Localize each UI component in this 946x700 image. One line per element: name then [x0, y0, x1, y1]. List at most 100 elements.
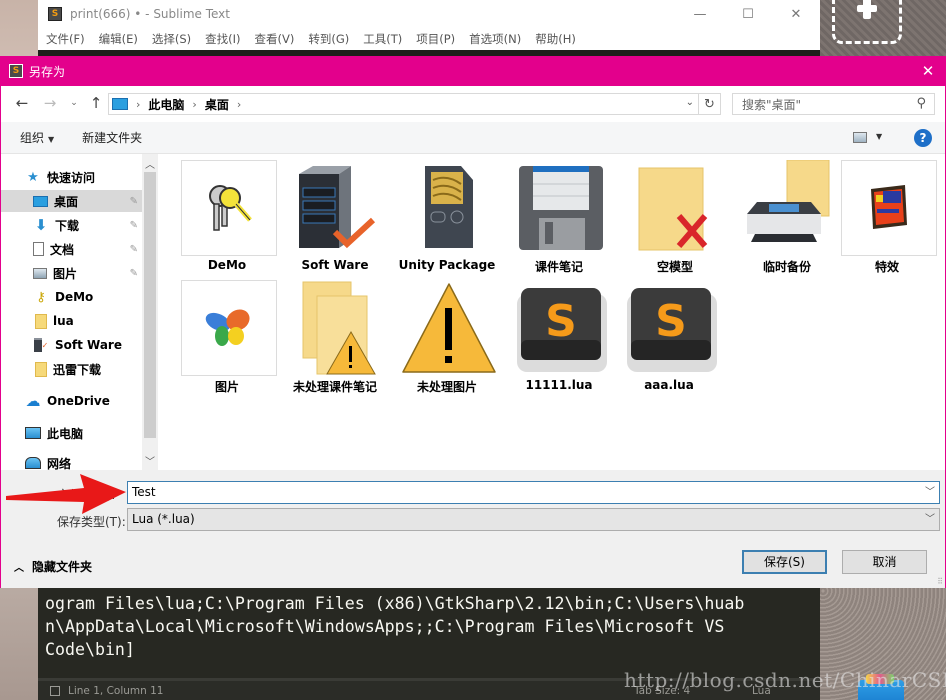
svg-text:S: S: [655, 296, 687, 347]
menu-preferences[interactable]: 首选项(N): [469, 31, 521, 47]
filetype-select[interactable]: Lua (*.lua) ﹀: [127, 508, 940, 531]
breadcrumb-this-pc[interactable]: 此电脑: [148, 96, 184, 113]
sidebar-item-quick-access[interactable]: ★ 快速访问: [1, 166, 142, 188]
sidebar-item-lua[interactable]: lua: [1, 310, 142, 332]
address-bar[interactable]: › 此电脑 › 桌面 › ⌄: [108, 93, 699, 115]
navigation-pane: ★ 快速访问 桌面 ✎ ⬇ 下载 ✎ 文档 ✎ 图片 ✎ ⚷ DeMo lua …: [1, 154, 142, 470]
up-button[interactable]: ↑: [87, 94, 105, 112]
scroll-down-icon[interactable]: ﹀: [142, 453, 158, 468]
file-item[interactable]: 空模型: [625, 154, 725, 274]
new-folder-button[interactable]: 新建文件夹: [82, 129, 142, 146]
dialog-app-icon: S: [9, 64, 23, 78]
sublime-file-icon: S: [623, 280, 719, 376]
recent-locations-button[interactable]: ⌄: [65, 98, 83, 108]
sidebar-item-onedrive[interactable]: ☁ OneDrive: [1, 390, 142, 412]
sidebar-item-label: Soft Ware: [55, 338, 122, 352]
file-item[interactable]: Unity Package: [397, 154, 497, 272]
sidebar-item-soft-ware[interactable]: ✓ Soft Ware: [1, 334, 142, 356]
menu-goto[interactable]: 转到(G): [308, 31, 349, 47]
file-name: aaa.lua: [644, 378, 694, 392]
navigation-pane-scrollbar[interactable]: ︿ ﹀: [142, 154, 158, 470]
view-mode-icon[interactable]: [853, 132, 867, 143]
sidebar-item-desktop[interactable]: 桌面 ✎: [1, 190, 142, 212]
scroll-up-icon[interactable]: ︿: [142, 156, 158, 171]
sidebar-item-this-pc[interactable]: 此电脑: [1, 422, 142, 444]
pin-icon[interactable]: ✎: [130, 220, 138, 231]
dialog-close-button[interactable]: ✕: [918, 62, 938, 80]
filename-input[interactable]: Test ﹀: [127, 481, 940, 504]
file-item[interactable]: S 11111.lua: [509, 274, 609, 392]
floppy-disk-icon: [513, 160, 609, 256]
menu-project[interactable]: 项目(P): [416, 31, 455, 47]
pin-icon[interactable]: ✎: [130, 244, 138, 255]
keys-icon: [181, 160, 277, 256]
chevron-right-icon[interactable]: ›: [192, 98, 196, 111]
caret-down-icon: ▼: [48, 135, 55, 144]
sidebar-item-downloads[interactable]: ⬇ 下载 ✎: [1, 214, 142, 236]
scrollbar-thumb[interactable]: [144, 172, 156, 438]
refresh-button[interactable]: ↻: [699, 93, 721, 115]
resize-grip-icon[interactable]: ⠿: [937, 577, 943, 586]
chevron-down-icon[interactable]: ﹀: [925, 482, 935, 503]
view-options-caret-icon[interactable]: ▼: [876, 132, 882, 141]
file-item[interactable]: 临时备份: [737, 154, 837, 274]
code-editor[interactable]: ogram Files\lua;C:\Program Files (x86)\G…: [38, 588, 820, 665]
save-options-panel: 文件名(N): Test ﹀ 保存类型(T): Lua (*.lua) ﹀ ︿ …: [1, 470, 945, 588]
menu-selection[interactable]: 选择(S): [152, 31, 191, 47]
sidebar-item-documents[interactable]: 文档 ✎: [1, 238, 142, 260]
chevron-right-icon[interactable]: ›: [237, 98, 241, 111]
sidebar-item-network[interactable]: 网络: [1, 452, 142, 470]
chevron-down-icon[interactable]: ⌄: [686, 97, 694, 108]
search-icon[interactable]: ⚲: [916, 96, 926, 111]
pictures-icon: [33, 267, 47, 279]
minimize-button[interactable]: —: [676, 0, 724, 28]
sidebar-item-demo[interactable]: ⚷ DeMo: [1, 286, 142, 308]
file-item[interactable]: 特效: [837, 154, 937, 274]
cancel-button[interactable]: 取消: [842, 550, 927, 574]
search-input[interactable]: 搜索"桌面" ⚲: [732, 93, 935, 115]
file-item[interactable]: 未处理图片: [397, 274, 497, 394]
pin-icon[interactable]: ✎: [130, 268, 138, 279]
file-item[interactable]: 未处理课件笔记: [285, 274, 385, 394]
help-icon[interactable]: ?: [914, 129, 932, 147]
menu-edit[interactable]: 编辑(E): [99, 31, 138, 47]
organize-button[interactable]: 组织 ▼: [20, 129, 54, 146]
breadcrumb-desktop[interactable]: 桌面: [205, 96, 229, 113]
sidebar-item-label: OneDrive: [47, 394, 110, 408]
sidebar-item-label: 网络: [47, 456, 72, 471]
sidebar-item-pictures[interactable]: 图片 ✎: [1, 262, 142, 284]
menu-view[interactable]: 查看(V): [255, 31, 295, 47]
file-item[interactable]: S aaa.lua: [619, 274, 719, 392]
maximize-button[interactable]: ☐: [724, 0, 772, 28]
file-item[interactable]: DeMo: [177, 154, 277, 272]
forward-button[interactable]: →: [41, 94, 59, 112]
file-item[interactable]: 图片: [177, 274, 277, 394]
add-tile-icon[interactable]: [832, 0, 902, 44]
chevron-right-icon[interactable]: ›: [136, 98, 140, 111]
menu-find[interactable]: 查找(I): [205, 31, 240, 47]
menu-help[interactable]: 帮助(H): [535, 31, 576, 47]
file-name: 课件笔记: [534, 260, 583, 274]
search-placeholder: 搜索"桌面": [742, 97, 802, 112]
file-name: 未处理图片: [416, 380, 477, 394]
sidebar-item-label: 此电脑: [47, 426, 84, 441]
back-button[interactable]: ←: [13, 94, 31, 112]
sidebar-item-xunlei-downloads[interactable]: 迅雷下载: [1, 358, 142, 380]
command-bar: 组织 ▼ 新建文件夹 ▼ ?: [1, 122, 945, 154]
code-line: n\AppData\Local\Microsoft\WindowsApps;;C…: [45, 617, 725, 636]
svg-text:S: S: [545, 296, 577, 347]
menu-file[interactable]: 文件(F): [46, 31, 85, 47]
butterfly-icon: [181, 280, 277, 376]
server-check-icon: [289, 160, 385, 256]
hide-folders-toggle[interactable]: ︿ 隐藏文件夹: [14, 558, 92, 575]
panel-toggle-icon[interactable]: [50, 685, 60, 696]
chevron-down-icon[interactable]: ﹀: [925, 509, 935, 530]
close-button[interactable]: ✕: [772, 0, 820, 28]
pin-icon[interactable]: ✎: [130, 196, 138, 207]
menu-tools[interactable]: 工具(T): [363, 31, 402, 47]
file-item[interactable]: 课件笔记: [509, 154, 609, 274]
sidebar-item-label: lua: [53, 314, 74, 328]
annotation-arrow-icon: [6, 474, 126, 514]
save-button[interactable]: 保存(S): [742, 550, 827, 574]
file-item[interactable]: Soft Ware: [285, 154, 385, 272]
